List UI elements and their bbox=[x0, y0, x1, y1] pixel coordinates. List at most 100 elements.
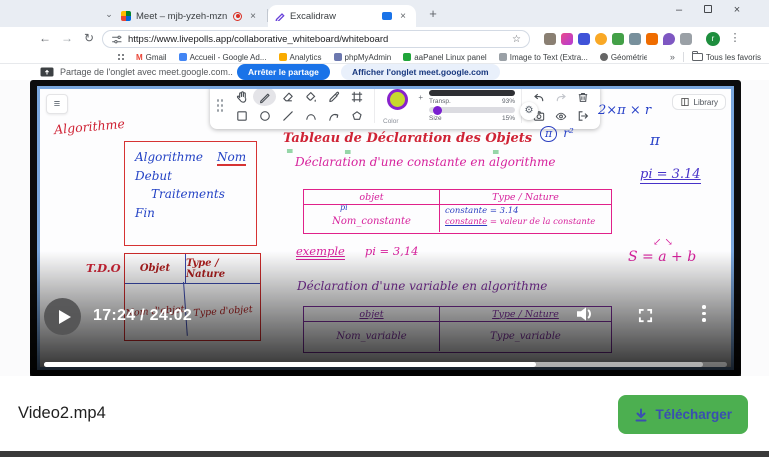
video-frame-whiteboard: ≡ bbox=[37, 86, 734, 370]
extension-icon-6[interactable] bbox=[629, 33, 641, 45]
bookmark-image-to-text[interactable]: Image to Text (Extra... bbox=[499, 53, 588, 62]
note-example: exemplepi = 3,14 bbox=[296, 244, 418, 258]
note-sum-formula: S = a + b bbox=[628, 249, 696, 265]
tab-excalidraw[interactable]: Excalidraw × bbox=[268, 5, 416, 27]
note-tdo-table: Objet Type / Nature Nom d'objet Type d'o… bbox=[124, 253, 261, 341]
download-bar: Video2.mp4 Télécharger bbox=[0, 376, 769, 451]
tune-icon bbox=[111, 34, 122, 45]
bookmarks-bar: MGmail Accueil - Google Ad... Analytics … bbox=[0, 51, 769, 64]
move-cross-icon: + bbox=[418, 93, 423, 102]
export-icon bbox=[572, 106, 594, 125]
minimize-button[interactable]: – bbox=[671, 3, 687, 17]
video-player[interactable]: ≡ bbox=[30, 80, 741, 376]
color-label: Color bbox=[383, 118, 399, 125]
download-button[interactable]: Télécharger bbox=[618, 395, 748, 434]
extension-icon-2[interactable] bbox=[561, 33, 573, 45]
size-value: 15% bbox=[502, 115, 515, 122]
drag-handle-icon bbox=[216, 98, 224, 114]
gmail-icon: M bbox=[136, 53, 143, 62]
phpmyadmin-icon bbox=[334, 53, 342, 61]
size-slider[interactable] bbox=[429, 107, 515, 113]
note-main-title: Tableau de Déclaration des Objets bbox=[283, 131, 532, 146]
extensions-row bbox=[544, 33, 692, 45]
tab-meet[interactable]: Meet – mjb-yzeh-mzn × bbox=[114, 5, 266, 27]
tool-grid bbox=[230, 87, 368, 125]
note-constant-heading: Déclaration d'une constante en algorithm… bbox=[295, 155, 556, 169]
pencil-tool-icon bbox=[253, 87, 276, 106]
url-text: https://www.livepolls.app/collaborative_… bbox=[128, 34, 388, 45]
new-tab-button[interactable]: + bbox=[424, 5, 442, 23]
extension-icon-1[interactable] bbox=[544, 33, 556, 45]
note-tdo-label: T.D.O bbox=[86, 261, 121, 275]
redo-icon bbox=[550, 87, 572, 106]
color-swatch[interactable] bbox=[387, 89, 408, 110]
played-bar bbox=[44, 362, 536, 367]
bookmarks-list: MGmail Accueil - Google Ad... Analytics … bbox=[136, 51, 647, 63]
screen-share-icon bbox=[40, 67, 54, 78]
extension-icon-7[interactable] bbox=[646, 33, 658, 45]
bookmark-geogebra[interactable]: Géométrie - GeoGe... bbox=[600, 53, 647, 62]
note-circumference: 2×π × r bbox=[598, 103, 651, 118]
address-bar[interactable]: https://www.livepolls.app/collaborative_… bbox=[102, 30, 530, 48]
progress-bar[interactable] bbox=[44, 362, 727, 367]
green-mark: = bbox=[286, 147, 294, 157]
maximize-button[interactable] bbox=[700, 3, 716, 17]
back-icon[interactable]: ← bbox=[36, 30, 54, 48]
color-section: Color + bbox=[381, 87, 423, 125]
bookmarks-right: » Tous les favoris bbox=[670, 51, 761, 63]
show-shared-tab-button[interactable]: Afficher l'onglet meet.google.com bbox=[341, 64, 500, 80]
fullscreen-icon[interactable] bbox=[637, 308, 654, 323]
all-bookmarks-folder[interactable]: Tous les favoris bbox=[692, 53, 761, 62]
extension-icon-3[interactable] bbox=[578, 33, 590, 45]
sharing-message: Partage de l'onglet avec meet.google.com… bbox=[40, 65, 233, 79]
hand-tool-icon bbox=[230, 87, 253, 106]
transparency-slider[interactable] bbox=[429, 90, 515, 96]
bookmark-star-icon[interactable]: ☆ bbox=[512, 34, 521, 45]
window-controls: – × bbox=[671, 3, 745, 17]
extension-icon-8[interactable] bbox=[663, 33, 675, 45]
play-button[interactable] bbox=[44, 298, 81, 335]
slider-knob[interactable] bbox=[433, 106, 442, 115]
trash-icon bbox=[572, 87, 594, 106]
volume-icon[interactable] bbox=[575, 305, 597, 323]
slider-section: Transp. 93% Size 15% bbox=[429, 90, 515, 122]
stop-sharing-button[interactable]: Arrêter le partage bbox=[237, 64, 330, 80]
note-constant-table: objet Type / Nature pi Nom_constante con… bbox=[303, 189, 612, 234]
close-window-button[interactable]: × bbox=[729, 3, 745, 17]
close-tab-icon[interactable]: × bbox=[397, 11, 409, 22]
curved-arrow-tool-icon bbox=[322, 106, 345, 125]
bookmark-analytics[interactable]: Analytics bbox=[279, 53, 322, 62]
bookmarks-overflow-icon[interactable]: » bbox=[670, 52, 675, 62]
apps-grid-icon[interactable] bbox=[117, 53, 126, 62]
library-button: Library bbox=[672, 94, 726, 110]
extension-icon-5[interactable] bbox=[612, 33, 624, 45]
note-area-formula: πr² bbox=[540, 122, 574, 142]
forward-icon[interactable]: → bbox=[58, 30, 76, 48]
bookmark-google-ads[interactable]: Accueil - Google Ad... bbox=[179, 53, 267, 62]
pipette-tool-icon bbox=[322, 87, 345, 106]
profile-avatar[interactable]: r bbox=[706, 32, 720, 46]
note-algorithm-box: AlgorithmeNom Debut Traitements Fin bbox=[124, 141, 257, 246]
more-options-icon[interactable] bbox=[702, 305, 706, 322]
divider bbox=[683, 52, 684, 62]
google-ads-icon bbox=[179, 53, 187, 61]
video-section: ≡ bbox=[0, 80, 769, 376]
aapanel-icon bbox=[403, 53, 411, 61]
book-icon bbox=[680, 97, 690, 107]
browser-toolbar: ← → ↻ https://www.livepolls.app/collabor… bbox=[0, 27, 769, 51]
tab-sharing-bar: Partage de l'onglet avec meet.google.com… bbox=[0, 64, 769, 80]
bookmark-aapanel[interactable]: aaPanel Linux panel bbox=[403, 53, 487, 62]
close-tab-icon[interactable]: × bbox=[247, 11, 259, 22]
reload-icon[interactable]: ↻ bbox=[80, 30, 98, 48]
browser-menu-icon[interactable]: ⋮ bbox=[728, 31, 742, 44]
extension-icon-4[interactable] bbox=[595, 33, 607, 45]
note-pi-value: pi = 3.14 bbox=[640, 167, 701, 184]
bookmark-gmail[interactable]: MGmail bbox=[136, 53, 167, 62]
arc-tool-icon bbox=[299, 106, 322, 125]
note-pi-symbol: π bbox=[650, 131, 660, 149]
extensions-puzzle-icon[interactable] bbox=[680, 33, 692, 45]
bookmark-phpmyadmin[interactable]: phpMyAdmin bbox=[334, 53, 392, 62]
note-variable-heading: Déclaration d'une variable en algorithme bbox=[297, 279, 547, 293]
size-label: Size bbox=[429, 115, 442, 122]
frame-tool-icon bbox=[345, 87, 368, 106]
